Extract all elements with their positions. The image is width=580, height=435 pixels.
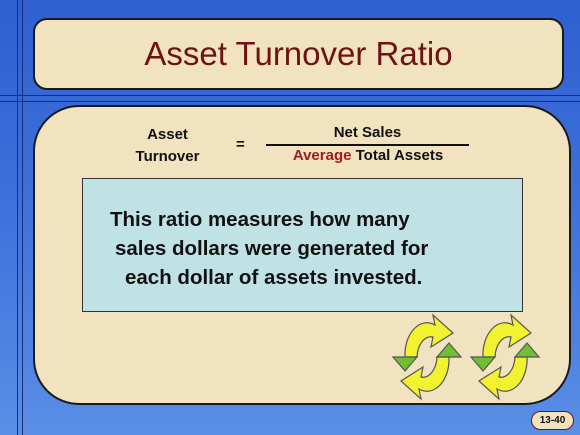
formula-numerator: Net Sales <box>266 124 469 146</box>
formula-denominator-accent: Average <box>292 147 352 164</box>
formula-equals: = <box>236 136 245 153</box>
explanation-line: each dollar of assets invested. <box>125 266 423 289</box>
recycle-arrows-icon <box>469 313 541 401</box>
background-rule <box>17 0 18 435</box>
slide-number-badge: 13-40 <box>531 411 574 430</box>
background-rule <box>0 101 580 102</box>
formula-lhs-line1: Asset <box>147 126 188 143</box>
explanation-line: sales dollars were generated for <box>115 237 429 260</box>
background-rule <box>22 0 23 435</box>
background-rule <box>0 95 580 96</box>
formula-lhs: Asset Turnover <box>120 124 215 168</box>
formula-denominator-rest: Total Assets <box>351 147 444 164</box>
formula-denominator: Average Total Assets <box>262 146 474 166</box>
explanation-line: This ratio measures how many <box>110 208 410 231</box>
title-panel: Asset Turnover Ratio <box>33 18 564 90</box>
formula-lhs-line2: Turnover <box>135 148 200 165</box>
recycle-arrows-icon <box>391 313 463 401</box>
explanation-text: This ratio measures how many sales dolla… <box>90 205 520 292</box>
slide-title: Asset Turnover Ratio <box>144 35 453 72</box>
